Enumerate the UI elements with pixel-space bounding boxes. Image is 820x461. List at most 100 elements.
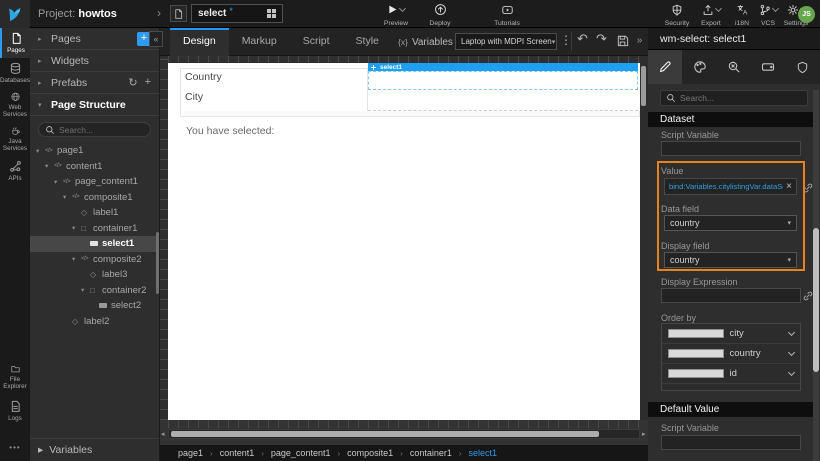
scroll-left-arrow[interactable]: ◂: [161, 430, 165, 438]
canvas-vertical-scrollbar-thumb[interactable]: [641, 66, 646, 106]
rail-item-file-explorer[interactable]: File Explorer: [0, 360, 30, 394]
preview-button[interactable]: Preview: [374, 3, 418, 27]
chevron-down-icon[interactable]: [398, 4, 407, 12]
default-value-section-header[interactable]: Default Value: [648, 402, 813, 417]
expand-arrow-icon[interactable]: [54, 178, 63, 186]
clear-binding-icon[interactable]: ×: [786, 181, 792, 192]
selected-widget-tag[interactable]: select1: [368, 63, 638, 71]
data-field-select[interactable]: country ▾: [664, 215, 797, 231]
rail-item-pages[interactable]: Pages: [0, 28, 30, 58]
expand-arrow-icon[interactable]: [72, 255, 81, 263]
canvas-horizontal-scrollbar[interactable]: [168, 429, 640, 439]
default-script-variable-input[interactable]: [662, 436, 800, 449]
result-label-widget[interactable]: You have selected:: [186, 125, 274, 137]
undo-button[interactable]: ↶: [577, 31, 588, 47]
expand-arrow-icon[interactable]: [81, 286, 90, 294]
vcs-button[interactable]: VCS: [754, 3, 782, 27]
tree-item-select1-selected[interactable]: select1: [30, 236, 159, 252]
scroll-right-arrow[interactable]: ▸: [642, 430, 646, 438]
chevron-down-icon[interactable]: [771, 4, 779, 12]
move-icon[interactable]: [371, 64, 376, 70]
tab-markup[interactable]: Markup: [229, 28, 290, 56]
city-label-cell[interactable]: City: [180, 89, 368, 112]
user-avatar[interactable]: JS: [798, 6, 815, 23]
tree-scrollbar-thumb[interactable]: [156, 232, 159, 294]
tab-events[interactable]: [717, 50, 751, 84]
variables-button[interactable]: {x} Variables: [398, 28, 463, 56]
i18n-button[interactable]: A i18N: [729, 3, 755, 27]
checkbox[interactable]: [668, 349, 724, 358]
tab-properties[interactable]: [648, 50, 683, 84]
display-field-select[interactable]: country ▾: [664, 252, 797, 268]
tree-item-page1[interactable]: page1: [30, 143, 159, 159]
open-page-tab[interactable]: select *: [191, 4, 283, 23]
checkbox[interactable]: [668, 329, 724, 338]
section-widgets[interactable]: ▸ Widgets: [30, 50, 159, 72]
tree-item-content1[interactable]: content1: [30, 159, 159, 175]
section-prefabs[interactable]: ▸ Prefabs ↻ +: [30, 72, 159, 94]
select2-widget[interactable]: [368, 90, 638, 111]
app-logo[interactable]: [0, 0, 30, 28]
order-by-option-id[interactable]: id: [662, 364, 800, 384]
properties-search[interactable]: [660, 90, 808, 106]
structure-search[interactable]: [38, 122, 151, 137]
expand-panel-button[interactable]: »: [633, 34, 646, 49]
country-label-cell[interactable]: Country: [180, 68, 368, 90]
tree-item-container2[interactable]: container2: [30, 283, 159, 299]
order-by-option-country[interactable]: country: [662, 344, 800, 364]
tree-item-label3[interactable]: label3: [30, 267, 159, 283]
expand-arrow-icon[interactable]: [63, 193, 72, 201]
tutorials-button[interactable]: Tutorials: [485, 3, 529, 27]
tab-script[interactable]: Script: [290, 28, 343, 56]
tab-design[interactable]: Design: [170, 28, 229, 56]
rail-item-java-services[interactable]: Java Services: [0, 122, 30, 156]
device-selector[interactable]: Laptop with MDPI Screen ▾: [455, 33, 557, 50]
select1-widget[interactable]: [368, 71, 638, 90]
breadcrumb-container1[interactable]: container1: [410, 448, 452, 458]
collapse-panel-button[interactable]: «: [149, 31, 163, 47]
deploy-button[interactable]: Deploy: [418, 3, 462, 27]
rail-item-logs[interactable]: Logs: [0, 396, 30, 426]
rail-item-apis[interactable]: APIs: [0, 156, 30, 186]
checkbox[interactable]: [668, 369, 724, 378]
rail-more-button[interactable]: •••: [0, 443, 30, 452]
section-variables[interactable]: ▸ Variables: [30, 438, 159, 461]
tree-item-container1[interactable]: container1: [30, 221, 159, 237]
expand-arrow-icon[interactable]: [45, 162, 54, 170]
export-button[interactable]: Export: [695, 3, 727, 27]
design-canvas[interactable]: Country City select1 You have selected:: [168, 63, 640, 420]
breadcrumb-content1[interactable]: content1: [220, 448, 255, 458]
save-button[interactable]: [616, 34, 629, 47]
tree-item-composite1[interactable]: composite1: [30, 190, 159, 206]
section-pages[interactable]: ▸ Pages +: [30, 28, 159, 50]
properties-scrollbar-thumb[interactable]: [813, 228, 819, 372]
tree-item-select2[interactable]: select2: [30, 298, 159, 314]
value-binding-field[interactable]: bind:Variables.citylistingVar.dataSet ×: [664, 178, 797, 195]
refresh-prefabs-icon[interactable]: ↻: [128, 76, 137, 89]
breadcrumb-select1[interactable]: select1: [469, 448, 498, 458]
tree-item-label1[interactable]: label1: [30, 205, 159, 221]
expand-arrow-icon[interactable]: [36, 147, 45, 155]
tree-item-composite2[interactable]: composite2: [30, 252, 159, 268]
display-expression-input[interactable]: [662, 289, 800, 302]
rail-item-databases[interactable]: Databases: [0, 58, 30, 88]
page-grid-icon[interactable]: [267, 9, 276, 18]
redo-button[interactable]: ↷: [596, 31, 607, 47]
breadcrumb-page1[interactable]: page1: [178, 448, 203, 458]
dataset-section-header[interactable]: Dataset: [648, 112, 813, 127]
chevron-down-icon[interactable]: [787, 348, 796, 356]
breadcrumb-page_content1[interactable]: page_content1: [271, 448, 331, 458]
tree-item-label2[interactable]: label2: [30, 314, 159, 330]
tab-style[interactable]: Style: [343, 28, 392, 56]
chevron-down-icon[interactable]: [787, 368, 796, 376]
tab-styles[interactable]: [682, 50, 716, 84]
breadcrumb-composite1[interactable]: composite1: [347, 448, 393, 458]
section-page-structure[interactable]: ▾ Page Structure: [30, 94, 159, 116]
structure-search-input[interactable]: [59, 124, 139, 135]
tree-item-page_content1[interactable]: page_content1: [30, 174, 159, 190]
tab-device[interactable]: [751, 50, 785, 84]
chevron-down-icon[interactable]: [787, 328, 796, 336]
security-button[interactable]: Security: [660, 3, 694, 27]
script-variable-input[interactable]: [662, 142, 800, 155]
add-prefab-icon[interactable]: +: [145, 76, 151, 89]
